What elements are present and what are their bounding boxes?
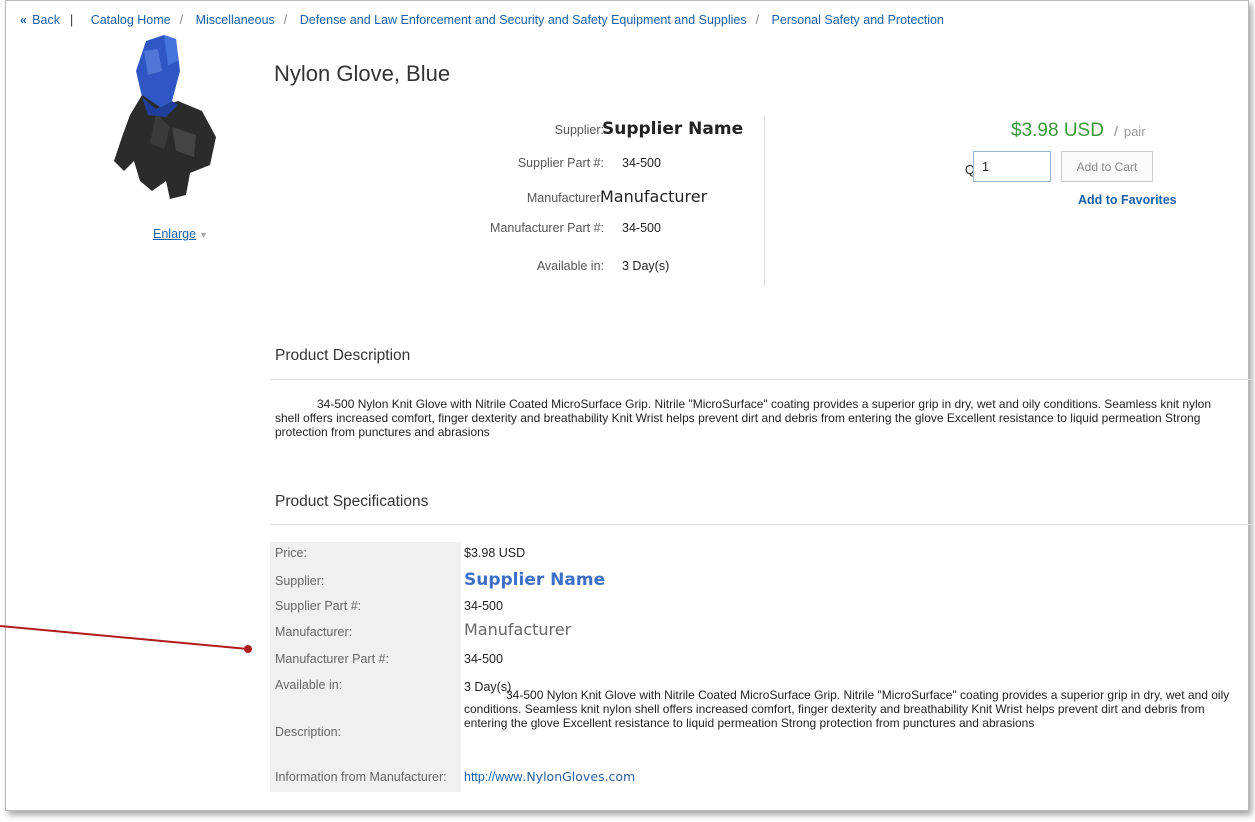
- spec-manufacturer-part-value: 34-500: [464, 652, 503, 666]
- info-manufacturer-part-value: 34-500: [622, 221, 661, 235]
- info-available-label: Available in:: [536, 259, 604, 273]
- page-title: Nylon Glove, Blue: [274, 61, 451, 86]
- divider: [270, 524, 1252, 525]
- price-display: $3.98 USD / pair: [1011, 120, 1146, 141]
- spec-price-label: Price:: [275, 546, 307, 560]
- product-description-heading: Product Description: [275, 347, 411, 364]
- breadcrumb-catalog-home[interactable]: Catalog Home: [91, 13, 171, 27]
- spec-supplier-part-label: Supplier Part #:: [275, 599, 362, 613]
- breadcrumb-personal-safety[interactable]: Personal Safety and Protection: [772, 13, 944, 27]
- spec-supplier-value[interactable]: Supplier Name: [464, 570, 605, 590]
- vertical-divider: [764, 116, 765, 286]
- spec-supplier-label: Supplier:: [275, 574, 325, 588]
- spec-description-label: Description:: [275, 725, 341, 739]
- enlarge-link[interactable]: Enlarge ▼: [153, 227, 208, 241]
- price-value: $3.98 USD: [1011, 120, 1104, 141]
- product-page: « Back | Catalog Home / Miscellaneous / Def…: [5, 0, 1252, 811]
- double-chevron-left-icon: «: [20, 13, 27, 27]
- info-manufacturer-part-label: Manufacturer Part #:: [490, 221, 604, 235]
- info-supplier-value[interactable]: Supplier Name: [602, 119, 743, 139]
- product-description-text: 34-500 Nylon Knit Glove with Nitrile Coa…: [275, 397, 1212, 439]
- product-image[interactable]: [106, 31, 230, 203]
- back-link[interactable]: « Back: [20, 13, 60, 27]
- product-specifications-heading: Product Specifications: [275, 493, 429, 510]
- add-to-cart-button[interactable]: Add to Cart: [1061, 151, 1153, 182]
- info-supplier-part-value: 34-500: [622, 156, 661, 170]
- spec-price-value: $3.98 USD: [464, 546, 526, 560]
- breadcrumb-miscellaneous[interactable]: Miscellaneous: [196, 13, 275, 27]
- info-manufacturer-label: Manufacturer:: [526, 191, 604, 205]
- breadcrumb: « Back | Catalog Home / Miscellaneous / Def…: [20, 13, 944, 27]
- spec-manufacturer-value: Manufacturer: [464, 620, 572, 639]
- breadcrumb-defense[interactable]: Defense and Law Enforcement and Security…: [300, 13, 747, 27]
- divider: [270, 379, 1252, 380]
- add-to-favorites-link[interactable]: Add to Favorites: [1078, 193, 1177, 207]
- spec-available-label: Available in:: [275, 678, 343, 692]
- caret-down-icon: ▼: [199, 230, 209, 240]
- spec-info-label: Information from Manufacturer:: [275, 770, 447, 784]
- spec-supplier-part-value: 34-500: [464, 599, 503, 613]
- quantity-input[interactable]: [973, 151, 1051, 182]
- manufacturer-website-link[interactable]: http://www.NylonGloves.com: [464, 769, 635, 784]
- spec-description-value: 34-500 Nylon Knit Glove with Nitrile Coa…: [464, 688, 1230, 730]
- info-supplier-label: Supplier:: [554, 123, 604, 137]
- info-manufacturer-value: Manufacturer: [600, 187, 708, 206]
- info-available-value: 3 Day(s): [622, 259, 670, 273]
- spec-manufacturer-part-label: Manufacturer Part #:: [275, 652, 389, 666]
- spec-manufacturer-label: Manufacturer:: [275, 625, 353, 639]
- price-unit: pair: [1123, 124, 1146, 139]
- info-supplier-part-label: Supplier Part #:: [517, 156, 604, 170]
